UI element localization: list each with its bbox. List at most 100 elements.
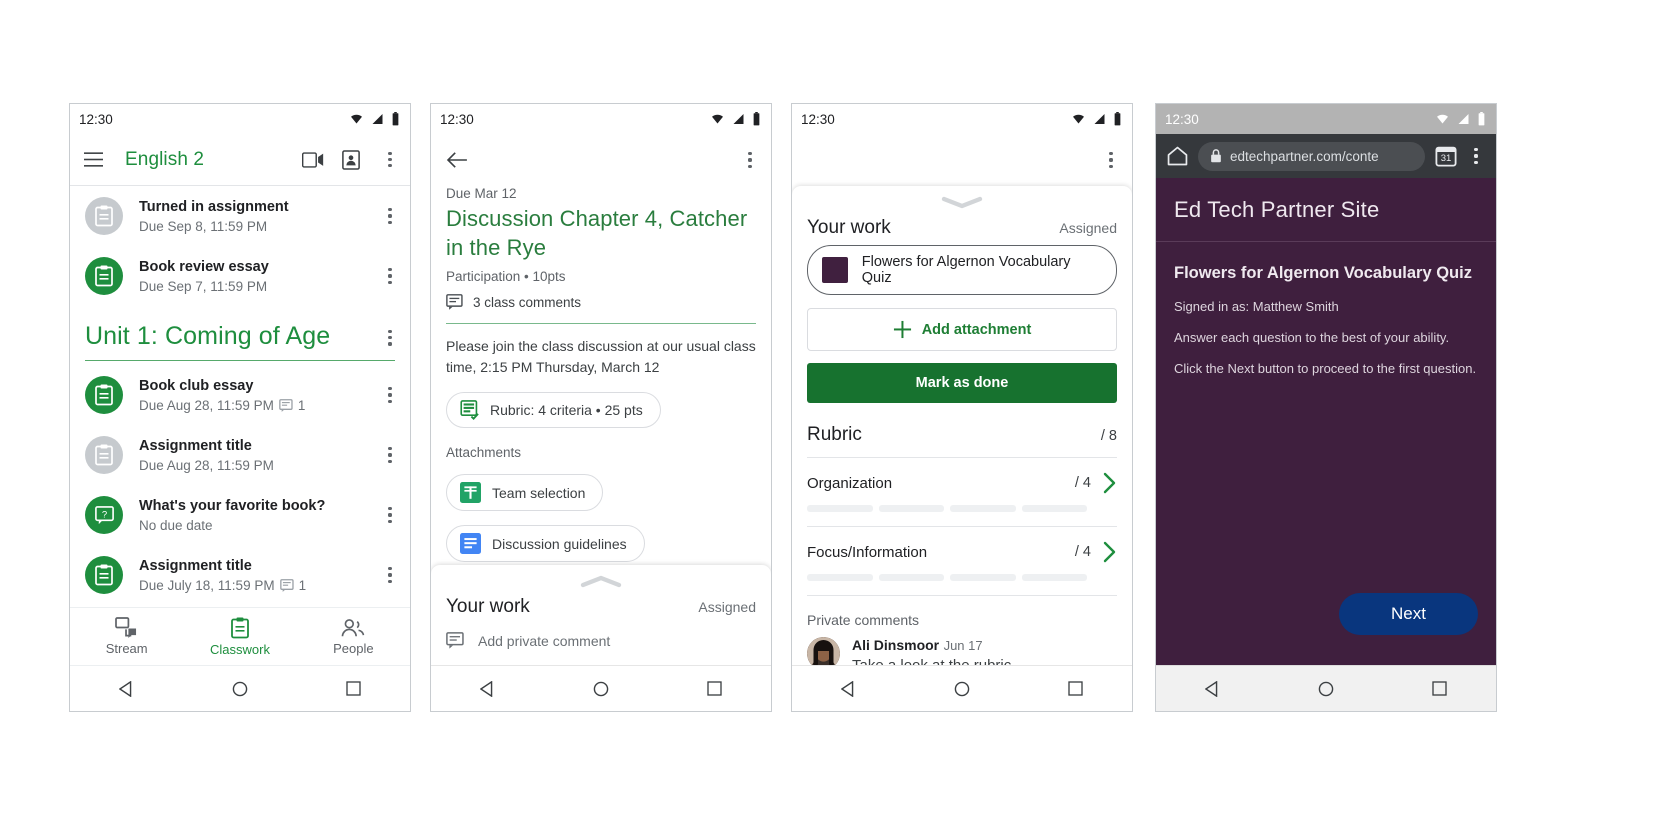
phone-screen-browser-quiz: 12:30 edtechpartner.com/conte 31 Ed Tech… [1155,103,1497,712]
attachment-label: Discussion guidelines [492,535,627,552]
nav-recents-icon[interactable] [1432,681,1447,696]
nav-recents-icon[interactable] [346,681,361,696]
list-item[interactable]: Assignment title Due July 18, 11:59 PM 1 [70,545,410,605]
status-icons [349,112,400,126]
list-item-title: Book club essay [139,378,254,395]
unit-overflow-icon[interactable] [378,330,396,346]
rubric-chip[interactable]: Rubric: 4 criteria • 25 pts [446,392,661,429]
overflow-menu-icon[interactable] [1099,152,1117,168]
google-docs-icon [460,533,481,555]
list-item-overflow-icon[interactable] [378,268,396,284]
sheet-header: Your work Assigned [792,213,1132,239]
url-bar[interactable]: edtechpartner.com/conte [1198,141,1425,171]
status-icons [1435,112,1486,126]
list-item-overflow-icon[interactable] [378,567,396,583]
battery-icon [1114,112,1121,126]
tab-stream[interactable]: Stream [70,608,183,665]
back-arrow-icon[interactable] [446,151,468,169]
nav-back-icon[interactable] [840,680,857,697]
overflow-menu-icon[interactable] [1467,148,1485,164]
quiz-title: Flowers for Algernon Vocabulary Quiz [1174,264,1472,282]
home-icon[interactable] [1167,146,1188,166]
unit-title: Unit 1: Coming of Age [85,322,331,350]
work-attachment-chip[interactable]: Flowers for Algernon Vocabulary Quiz [807,245,1117,295]
tab-count-icon[interactable]: 31 [1435,145,1457,167]
next-button[interactable]: Next [1339,593,1478,635]
signal-icon [1458,114,1469,124]
status-clock: 12:30 [79,111,113,127]
sheet-grabber[interactable] [792,186,1132,213]
nav-back-icon[interactable] [118,680,135,697]
mark-as-done-label: Mark as done [915,375,1009,391]
sheet-grabber[interactable] [431,565,771,592]
hamburger-menu-icon[interactable] [84,152,103,167]
list-item-overflow-icon[interactable] [378,208,396,224]
nav-home-icon[interactable] [593,681,609,697]
status-badge: Assigned [1059,220,1117,236]
class-card-icon[interactable] [342,149,360,170]
private-comments-label: Private comments [807,612,920,628]
rubric-chip-label: Rubric: 4 criteria • 25 pts [490,402,643,419]
chevron-right-icon[interactable] [1091,472,1117,494]
nav-recents-icon[interactable] [1068,681,1083,696]
list-item-text: Book club essay Due Aug 28, 11:59 PM 1 [139,377,378,412]
rubric-criterion[interactable]: Focus/Information / 4 [792,527,1132,581]
unit-header: Unit 1: Coming of Age [70,306,410,351]
wifi-icon [1073,114,1084,124]
overflow-menu-icon[interactable] [738,152,756,168]
list-item-overflow-icon[interactable] [378,507,396,523]
phone-screen-assignment-detail: 12:30 Due Mar 12 Discussion Chapter 4, C… [430,103,772,712]
people-icon [341,618,365,636]
tab-label: People [333,640,374,656]
list-item-title: What's your favorite book? [139,498,326,515]
list-item-text: Turned in assignment Due Sep 8, 11:59 PM [139,198,378,233]
chevron-right-icon[interactable] [1091,541,1117,563]
overflow-menu-icon[interactable] [378,151,396,168]
nav-home-icon[interactable] [1318,681,1334,697]
unit-divider [85,360,395,361]
bottom-tab-bar: Stream Classwork People [70,607,410,665]
chevron-up-icon [580,575,622,588]
lock-icon [1211,149,1221,163]
chevron-down-icon [941,196,983,209]
list-item[interactable]: ? What's your favorite book? No due date [70,485,410,545]
phone-screen-classwork: 12:30 English 2 Turned in assignment Due… [69,103,411,712]
list-item[interactable]: Book club essay Due Aug 28, 11:59 PM 1 [70,365,410,425]
nav-home-icon[interactable] [232,681,248,697]
list-item[interactable]: Turned in assignment Due Sep 8, 11:59 PM [70,186,410,246]
instructions-line-2: Click the Next button to proceed to the … [1174,361,1477,376]
comment-author: Ali Dinsmoor [852,637,940,653]
rubric-criterion[interactable]: Organization / 4 [792,458,1132,512]
list-item[interactable]: Assignment title Due Aug 28, 11:59 PM [70,425,410,485]
google-sheets-icon [460,482,481,504]
class-comments-row[interactable]: 3 class comments [431,284,771,310]
nav-back-icon[interactable] [479,680,496,697]
app-bar: English 2 [70,134,410,186]
status-bar: 12:30 [1156,104,1496,134]
nav-recents-icon[interactable] [707,681,722,696]
wifi-icon [1437,114,1448,124]
mark-as-done-button[interactable]: Mark as done [807,363,1117,403]
tab-people[interactable]: People [297,608,410,665]
signal-icon [1094,114,1105,124]
battery-icon [392,112,399,126]
site-title: Ed Tech Partner Site [1174,197,1380,222]
list-item-overflow-icon[interactable] [378,447,396,463]
list-item[interactable]: Book review essay Due Sep 7, 11:59 PM [70,246,410,306]
add-attachment-label: Add attachment [921,321,1032,338]
comment-icon [279,398,293,412]
status-bar: 12:30 [431,104,771,134]
add-private-comment-row[interactable]: Add private comment [431,618,771,665]
comment-text: Take a look at the rubric. [852,657,1015,665]
assignment-meta: Participation • 10pts [446,269,566,285]
comment-icon [446,632,464,649]
attachment-chip-docs[interactable]: Discussion guidelines [446,525,645,563]
add-attachment-button[interactable]: Add attachment [807,308,1117,351]
assignment-title: Discussion Chapter 4, Catcher in the Rye [446,206,748,260]
nav-home-icon[interactable] [954,681,970,697]
list-item-overflow-icon[interactable] [378,387,396,403]
tab-classwork[interactable]: Classwork [183,608,296,665]
video-call-icon[interactable] [302,151,324,168]
nav-back-icon[interactable] [1204,680,1221,697]
attachment-chip-sheets[interactable]: Team selection [446,474,604,512]
